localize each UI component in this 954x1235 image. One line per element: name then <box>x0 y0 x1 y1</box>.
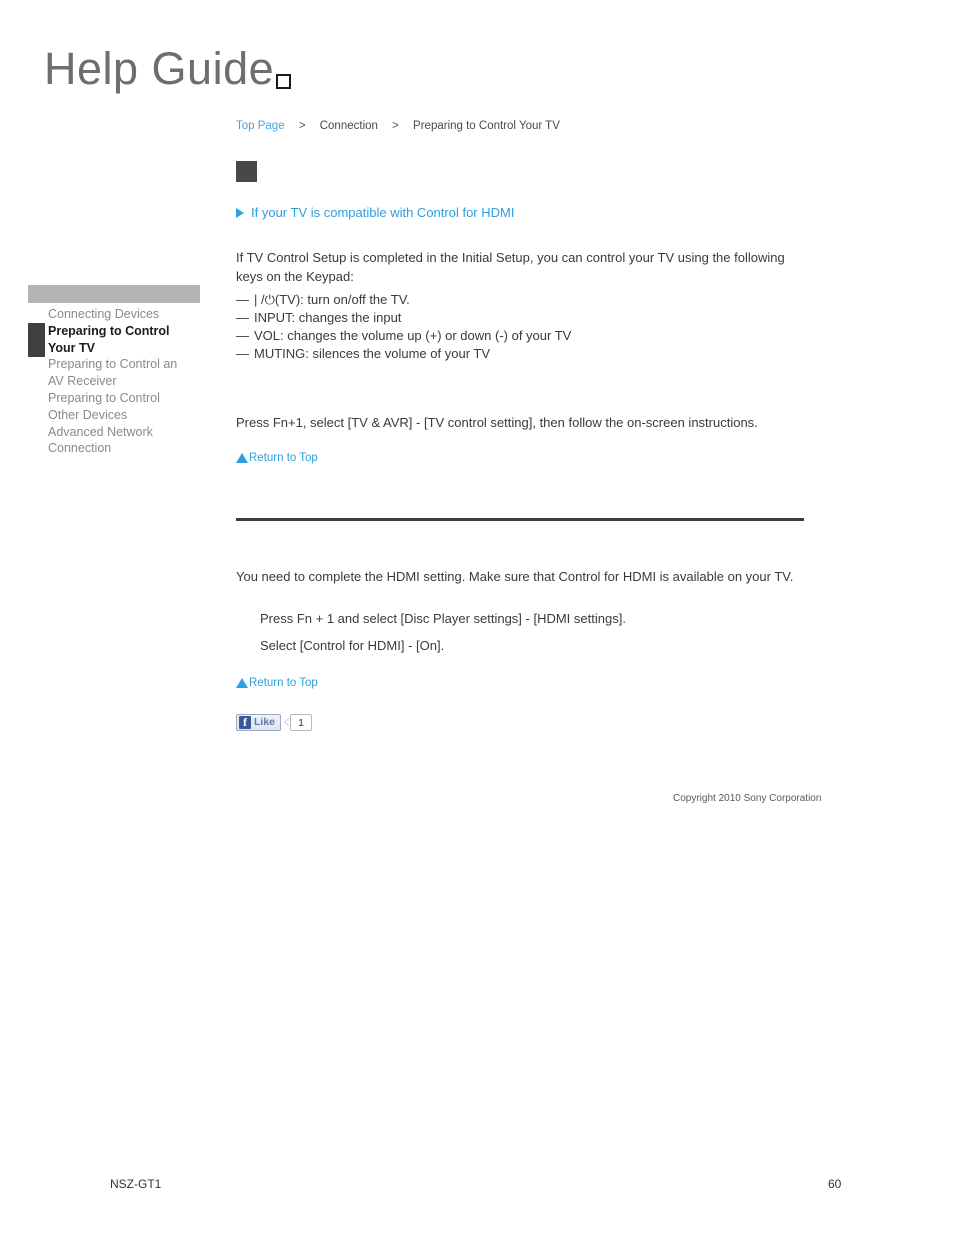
press-fn-paragraph: Press Fn+1, select [TV & AVR] - [TV cont… <box>236 415 758 430</box>
facebook-like-count: 1 <box>290 714 313 731</box>
facebook-like-button[interactable]: f Like <box>236 714 282 731</box>
section-divider <box>236 518 804 521</box>
intro-paragraph: If TV Control Setup is completed in the … <box>236 250 785 284</box>
missing-image-placeholder-icon <box>236 161 257 182</box>
power-icon: ⏻ <box>264 292 275 307</box>
sidebar: Connecting Devices Preparing to Control … <box>28 285 200 457</box>
key-list-text-0-prefix: | / <box>254 292 265 307</box>
keypad-key-list: — | / ⏻ (TV): turn on/off the TV. — INPU… <box>236 291 571 363</box>
triangle-up-icon <box>236 453 248 463</box>
facebook-like-count-bubble: 1 <box>284 714 313 731</box>
return-to-top-link-1-row[interactable]: Return to Top <box>236 452 318 464</box>
sidebar-item-preparing-to-control-an-av-receiver[interactable]: Preparing to Control an AV Receiver <box>28 356 180 390</box>
copyright-text: Copyright 2010 Sony Corporation <box>673 793 822 804</box>
sidebar-item-connecting-devices[interactable]: Connecting Devices <box>28 306 180 323</box>
list-item: — | / ⏻ (TV): turn on/off the TV. <box>236 291 571 309</box>
triangle-up-icon <box>236 678 248 688</box>
facebook-icon: f <box>239 716 251 729</box>
step-item-2: Select [Control for HDMI] - [On]. <box>260 638 445 653</box>
key-list-text-3: MUTING: silences the volume of your TV <box>254 346 491 361</box>
breadcrumb: Top Page > Connection > Preparing to Con… <box>236 120 560 132</box>
facebook-like-widget[interactable]: f Like 1 <box>236 714 313 731</box>
hdmi-steps-list: Press Fn + 1 and select [Disc Player set… <box>260 610 626 664</box>
hdmi-setting-paragraph: You need to complete the HDMI setting. M… <box>236 569 794 584</box>
key-list-text-2: VOL: changes the volume up (+) or down (… <box>254 328 572 343</box>
list-item: — INPUT: changes the input <box>236 309 571 327</box>
bubble-arrow <box>285 718 291 726</box>
hdmi-compatible-link-row[interactable]: If your TV is compatible with Control fo… <box>236 205 514 220</box>
breadcrumb-current-page: Preparing to Control Your TV <box>413 120 560 132</box>
broken-image-icon <box>276 74 292 89</box>
return-to-top-link-1[interactable]: Return to Top <box>249 452 318 464</box>
sidebar-nav-list: Connecting Devices Preparing to Control … <box>28 306 200 457</box>
key-list-text-1: INPUT: changes the input <box>254 310 402 325</box>
list-item: — VOL: changes the volume up (+) or down… <box>236 327 571 345</box>
footer-model-name: NSZ-GT1 <box>110 1177 162 1191</box>
breadcrumb-separator-1: > <box>298 120 306 132</box>
logo-title: Help Guide <box>44 43 275 94</box>
sidebar-item-preparing-to-control-your-tv[interactable]: Preparing to Control Your TV <box>28 323 180 357</box>
dash-bullet-icon: — <box>236 328 249 343</box>
facebook-like-label: Like <box>254 716 276 728</box>
return-to-top-link-2-row[interactable]: Return to Top <box>236 677 318 689</box>
sidebar-item-advanced-network-connection[interactable]: Advanced Network Connection <box>28 424 180 458</box>
help-guide-logo: Help Guide <box>44 43 292 94</box>
breadcrumb-separator-2: > <box>392 120 399 132</box>
breadcrumb-top-page[interactable]: Top Page <box>236 120 285 132</box>
key-list-text-0: (TV): turn on/off the TV. <box>274 292 410 307</box>
hdmi-compatible-link[interactable]: If your TV is compatible with Control fo… <box>251 205 514 220</box>
list-item: — MUTING: silences the volume of your TV <box>236 345 571 363</box>
step-item-1: Press Fn + 1 and select [Disc Player set… <box>260 611 626 626</box>
sidebar-item-preparing-to-control-other-devices[interactable]: Preparing to Control Other Devices <box>28 390 180 424</box>
dash-bullet-icon: — <box>236 310 249 325</box>
footer-page-number: 60 <box>828 1177 842 1191</box>
return-to-top-link-2[interactable]: Return to Top <box>249 677 318 689</box>
dash-bullet-icon: — <box>236 292 249 307</box>
triangle-right-icon <box>236 207 244 218</box>
sidebar-active-marker <box>28 323 45 357</box>
sidebar-header-bar <box>28 285 200 303</box>
dash-bullet-icon: — <box>236 346 249 361</box>
breadcrumb-connection[interactable]: Connection <box>320 120 378 132</box>
